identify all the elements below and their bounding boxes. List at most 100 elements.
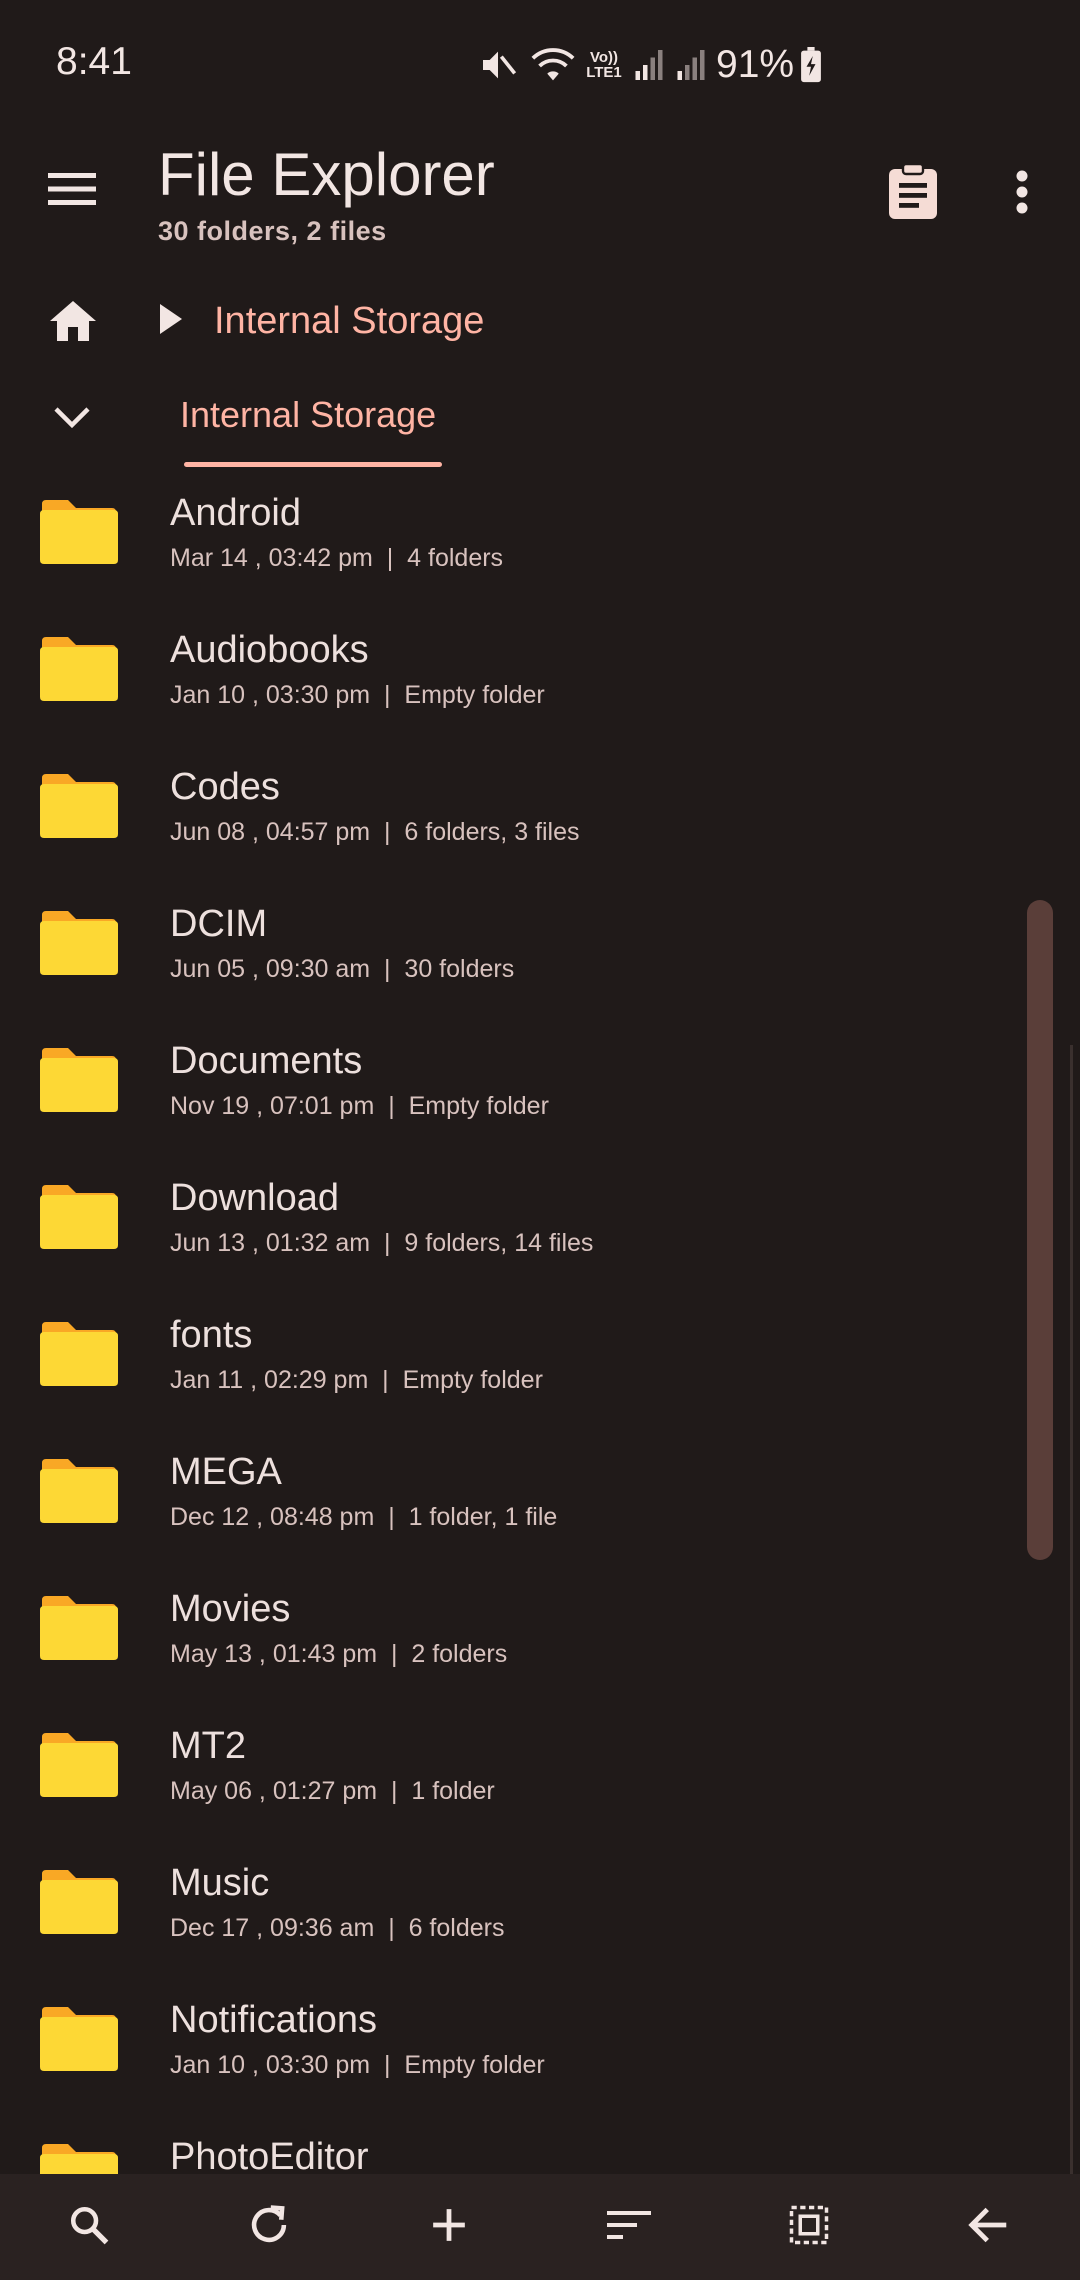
mute-icon [478, 45, 518, 85]
folder-name: fonts [170, 1314, 253, 1356]
list-item[interactable]: MT2 May 06 , 01:27 pm | 1 folder [0, 1701, 1020, 1838]
folder-name: MEGA [170, 1451, 282, 1493]
folder-icon [38, 1594, 120, 1662]
scrollbar-thumb[interactable] [1027, 900, 1053, 1560]
tab-internal-storage[interactable]: Internal Storage [180, 376, 442, 468]
folder-meta: Jan 10 , 03:30 pm | Empty folder [170, 681, 545, 710]
status-time: 8:41 [56, 40, 132, 83]
app-bar: File Explorer 30 folders, 2 files [0, 128, 1080, 268]
menu-button[interactable] [40, 158, 106, 224]
folder-date: Jun 08 , 04:57 pm [170, 818, 371, 846]
meta-separator: | [374, 1092, 409, 1120]
wifi-icon [530, 45, 576, 85]
folder-icon [38, 498, 120, 566]
folder-info: 4 folders [407, 544, 504, 572]
clipboard-button[interactable] [880, 158, 946, 230]
folder-date: May 06 , 01:27 pm [170, 1777, 378, 1805]
home-icon [48, 299, 98, 348]
list-item[interactable]: PhotoEditor [0, 2112, 1020, 2174]
folder-name: Audiobooks [170, 629, 369, 671]
folder-icon [38, 772, 120, 840]
meta-separator: | [374, 1914, 409, 1942]
clipboard-icon [887, 162, 939, 226]
meta-separator: | [370, 681, 405, 709]
refresh-button[interactable] [236, 2194, 302, 2260]
file-list[interactable]: Android Mar 14 , 03:42 pm | 4 folders Audi… [0, 468, 1080, 2174]
list-item[interactable]: Movies May 13 , 01:43 pm | 2 folders [0, 1564, 1020, 1701]
folder-icon [38, 1320, 120, 1388]
folder-icon [38, 635, 120, 703]
folder-date: Jan 11 , 02:29 pm [170, 1366, 369, 1394]
folder-icon [38, 2005, 120, 2073]
select-all-button[interactable] [776, 2194, 842, 2260]
folder-info: Empty folder [408, 1092, 549, 1120]
folder-meta: Jun 13 , 01:32 am | 9 folders, 14 files [170, 1229, 593, 1258]
battery-charging-icon [800, 47, 822, 83]
folder-meta: May 13 , 01:43 pm | 2 folders [170, 1640, 507, 1669]
list-item[interactable]: fonts Jan 11 , 02:29 pm | Empty folder [0, 1290, 1020, 1427]
list-item[interactable]: Notifications Jan 10 , 03:30 pm | Empty f… [0, 1975, 1020, 2112]
volte-icon: Vo)) LTE1 [586, 49, 622, 81]
folder-name: Android [170, 492, 301, 534]
folder-meta: Jun 05 , 09:30 am | 30 folders [170, 955, 514, 984]
folder-info: Empty folder [404, 681, 545, 709]
search-button[interactable] [56, 2194, 122, 2260]
meta-separator: | [370, 818, 405, 846]
status-icons: Vo)) LTE1 91% [478, 40, 822, 90]
back-button[interactable] [956, 2194, 1022, 2260]
folder-meta: Jan 10 , 03:30 pm | Empty folder [170, 2051, 545, 2080]
list-item[interactable]: DCIM Jun 05 , 09:30 am | 30 folders [0, 879, 1020, 1016]
meta-separator: | [370, 955, 405, 983]
folder-icon [38, 1868, 120, 1936]
folder-icon [38, 1731, 120, 1799]
folder-name: Notifications [170, 1999, 377, 2041]
list-item[interactable]: Codes Jun 08 , 04:57 pm | 6 folders, 3 fi… [0, 742, 1020, 879]
folder-info: 6 folders, 3 files [404, 818, 580, 846]
folder-info: Empty folder [402, 1366, 543, 1394]
folder-name: DCIM [170, 903, 268, 945]
battery-percent: 91% [716, 43, 795, 86]
meta-separator: | [377, 1640, 412, 1668]
page-subtitle: 30 folders, 2 files [158, 216, 387, 246]
list-item[interactable]: Download Jun 13 , 01:32 am | 9 folders, 1… [0, 1153, 1020, 1290]
folder-name: Codes [170, 766, 280, 808]
folder-meta: Mar 14 , 03:42 pm | 4 folders [170, 544, 503, 573]
folder-info: 6 folders [408, 1914, 505, 1942]
folder-date: Jun 13 , 01:32 am [170, 1229, 371, 1257]
home-button[interactable] [40, 290, 106, 356]
folder-info: 30 folders [404, 955, 515, 983]
bottom-toolbar [0, 2174, 1080, 2280]
signal-icon [676, 48, 706, 82]
folder-info: Empty folder [404, 2051, 545, 2079]
tab-indicator [184, 462, 442, 467]
folder-info: 1 folder, 1 file [408, 1503, 558, 1531]
folder-name: Documents [170, 1040, 363, 1082]
folder-date: Mar 14 , 03:42 pm [170, 544, 373, 572]
sort-button[interactable] [596, 2194, 662, 2260]
list-item[interactable]: MEGA Dec 12 , 08:48 pm | 1 folder, 1 file [0, 1427, 1020, 1564]
folder-date: Jan 10 , 03:30 pm [170, 681, 371, 709]
breadcrumb-item-internal-storage[interactable]: Internal Storage [214, 300, 484, 343]
folder-meta: Dec 12 , 08:48 pm | 1 folder, 1 file [170, 1503, 557, 1532]
sort-icon [607, 2209, 651, 2246]
collapse-button[interactable] [44, 392, 100, 448]
back-arrow-icon [968, 2206, 1010, 2249]
list-item[interactable]: Documents Nov 19 , 07:01 pm | Empty folde… [0, 1016, 1020, 1153]
list-item[interactable]: Audiobooks Jan 10 , 03:30 pm | Empty fold… [0, 605, 1020, 742]
meta-separator: | [368, 1366, 403, 1394]
folder-meta: Jan 11 , 02:29 pm | Empty folder [170, 1366, 543, 1395]
menu-icon [48, 171, 98, 212]
list-item[interactable]: Music Dec 17 , 09:36 am | 6 folders [0, 1838, 1020, 1975]
folder-name: MT2 [170, 1725, 246, 1767]
chevron-down-icon [53, 406, 91, 435]
meta-separator: | [372, 544, 408, 572]
folder-date: Dec 17 , 09:36 am [170, 1914, 375, 1942]
more-options-button[interactable] [1000, 158, 1044, 230]
list-item[interactable]: Android Mar 14 , 03:42 pm | 4 folders [0, 468, 1020, 605]
meta-separator: | [377, 1777, 412, 1805]
meta-separator: | [370, 2051, 405, 2079]
folder-meta: Dec 17 , 09:36 am | 6 folders [170, 1914, 504, 1943]
add-button[interactable] [416, 2194, 482, 2260]
folder-name: PhotoEditor [170, 2136, 369, 2174]
meta-separator: | [374, 1503, 409, 1531]
